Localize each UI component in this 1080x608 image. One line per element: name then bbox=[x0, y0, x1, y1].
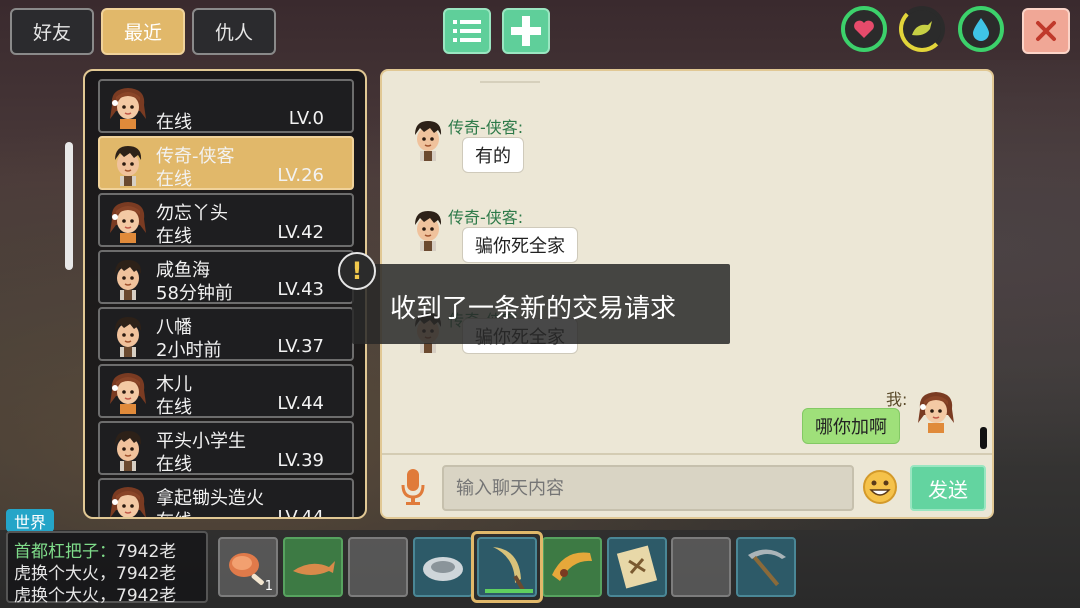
close-icon bbox=[1036, 21, 1056, 41]
chat-scrollbar[interactable] bbox=[980, 427, 987, 449]
chat-avatar bbox=[406, 117, 448, 163]
boy-avatar-icon bbox=[115, 317, 142, 357]
friend-status: 58分钟前 bbox=[156, 283, 233, 304]
alert-icon: ! bbox=[338, 252, 376, 290]
friend-level: LV.0 bbox=[288, 108, 324, 129]
friend-row[interactable]: 平头小学生 在线 LV.39 bbox=[98, 421, 354, 475]
hunger-indicator bbox=[899, 6, 945, 52]
girl-avatar-icon bbox=[918, 392, 954, 433]
friend-avatar bbox=[106, 85, 150, 129]
chat-sender: 传奇-侠客: bbox=[448, 118, 524, 137]
friend-level: LV.42 bbox=[277, 222, 324, 243]
chat-input-bar: 发送 bbox=[382, 453, 992, 517]
friend-avatar bbox=[106, 256, 150, 300]
close-button[interactable] bbox=[1022, 8, 1070, 54]
world-channel-tag[interactable]: 世界 bbox=[6, 509, 54, 532]
hotbar-slot[interactable] bbox=[413, 537, 473, 597]
girl-avatar-icon bbox=[110, 88, 146, 129]
horn-icon bbox=[552, 552, 592, 581]
food-icon bbox=[912, 21, 932, 36]
friend-status: 在线 bbox=[156, 397, 192, 418]
microphone-icon[interactable] bbox=[400, 469, 426, 505]
friend-status: 在线 bbox=[156, 169, 192, 190]
hotbar-slot[interactable] bbox=[348, 537, 408, 597]
chat-divider bbox=[480, 81, 540, 83]
plus-icon bbox=[511, 16, 541, 46]
friend-avatar bbox=[106, 370, 150, 414]
chat-sender: 传奇-侠客: bbox=[448, 208, 524, 227]
friend-row[interactable]: 拿起锄头造火在线LV.44 bbox=[98, 478, 354, 519]
friend-level: LV.26 bbox=[277, 165, 324, 186]
boy-avatar-icon bbox=[415, 121, 442, 161]
world-chat-text: 虎换个大火，7942老 bbox=[14, 586, 177, 606]
add-friend-button[interactable] bbox=[502, 8, 550, 54]
friend-row[interactable]: 木儿 在线 LV.44 bbox=[98, 364, 354, 418]
boy-avatar-icon bbox=[115, 431, 142, 471]
friend-status: 在线 bbox=[156, 226, 192, 247]
friend-status: 在线 bbox=[156, 507, 192, 517]
boy-avatar-icon bbox=[415, 211, 442, 251]
hotbar-slot[interactable] bbox=[542, 537, 602, 597]
emoji-icon[interactable] bbox=[862, 469, 898, 505]
friend-row[interactable]: 八幡 2小时前 LV.37 bbox=[98, 307, 354, 361]
friend-row[interactable]: 在线 LV.0 bbox=[98, 79, 354, 133]
scythe-icon bbox=[493, 547, 525, 591]
pickaxe-icon bbox=[748, 549, 786, 587]
chat-input[interactable] bbox=[442, 465, 854, 511]
hotbar-slot[interactable]: 1 bbox=[218, 537, 278, 597]
heart-icon bbox=[854, 20, 874, 38]
hotbar-slot[interactable] bbox=[671, 537, 731, 597]
boy-avatar-icon bbox=[115, 146, 142, 186]
tab-friends[interactable]: 好友 bbox=[10, 8, 94, 55]
scroll-map-icon bbox=[616, 545, 658, 589]
hotbar-slot[interactable] bbox=[283, 537, 343, 597]
my-sender-label: 我: bbox=[886, 390, 908, 409]
chat-bubble: 骗你死全家 bbox=[462, 227, 578, 263]
hotbar-slot[interactable] bbox=[736, 537, 796, 597]
durability-bar bbox=[485, 589, 533, 593]
tab-enemies[interactable]: 仇人 bbox=[192, 8, 276, 55]
friend-level: LV.44 bbox=[277, 393, 324, 414]
chat-avatar bbox=[914, 389, 956, 435]
friend-row[interactable]: 勿忘丫头 在线 LV.42 bbox=[98, 193, 354, 247]
friend-list-button[interactable] bbox=[443, 8, 491, 54]
world-chat-line: 虎换个大火，7942老 bbox=[14, 581, 176, 606]
send-button[interactable]: 发送 bbox=[910, 465, 986, 511]
toast-message: 收到了一条新的交易请求 bbox=[390, 294, 677, 324]
friend-avatar bbox=[106, 199, 150, 243]
boy-avatar-icon bbox=[115, 260, 142, 300]
thirst-indicator bbox=[958, 6, 1004, 52]
friend-status: 在线 bbox=[156, 454, 192, 475]
friend-list-scrollbar[interactable] bbox=[65, 142, 73, 270]
friend-level: LV.43 bbox=[277, 279, 324, 300]
friend-level: LV.39 bbox=[277, 450, 324, 471]
water-drop-icon bbox=[973, 18, 989, 41]
girl-avatar-icon bbox=[110, 202, 146, 243]
tab-recent[interactable]: 最近 bbox=[101, 8, 185, 55]
item-count: 1 bbox=[264, 579, 273, 594]
friend-row[interactable]: 传奇-侠客 在线 LV.26 bbox=[98, 136, 354, 190]
friend-avatar bbox=[106, 313, 150, 357]
fish-bone-icon bbox=[293, 561, 335, 575]
friend-level: LV.44 bbox=[277, 507, 324, 519]
friend-level: LV.37 bbox=[277, 336, 324, 357]
friend-avatar bbox=[106, 427, 150, 471]
friend-avatar bbox=[106, 142, 150, 186]
friend-row[interactable]: 咸鱼海 58分钟前 LV.43 bbox=[98, 250, 354, 304]
girl-avatar-icon bbox=[110, 487, 146, 517]
chat-avatar bbox=[406, 207, 448, 253]
friend-status: 2小时前 bbox=[156, 340, 222, 361]
hotbar-slot[interactable] bbox=[607, 537, 667, 597]
health-indicator bbox=[841, 6, 887, 52]
hotbar-slot[interactable] bbox=[477, 537, 537, 597]
world-chat-box[interactable]: 首都杠把子：7942老 虎换个大火，7942老 虎换个大火，7942老 bbox=[6, 531, 208, 606]
friend-list: 在线 LV.0 传奇-侠客 在线 LV.26 勿忘丫头 在线 LV.42 咸鱼海 58分钟前 LV.… bbox=[83, 69, 367, 519]
friend-status: 在线 bbox=[156, 112, 192, 133]
girl-avatar-icon bbox=[110, 373, 146, 414]
chat-bubble: 有的 bbox=[462, 137, 524, 173]
list-icon bbox=[453, 20, 481, 42]
shield-disc-icon bbox=[423, 557, 463, 581]
chat-bubble: 哪你加啊 bbox=[802, 408, 900, 444]
friend-avatar bbox=[106, 484, 150, 517]
